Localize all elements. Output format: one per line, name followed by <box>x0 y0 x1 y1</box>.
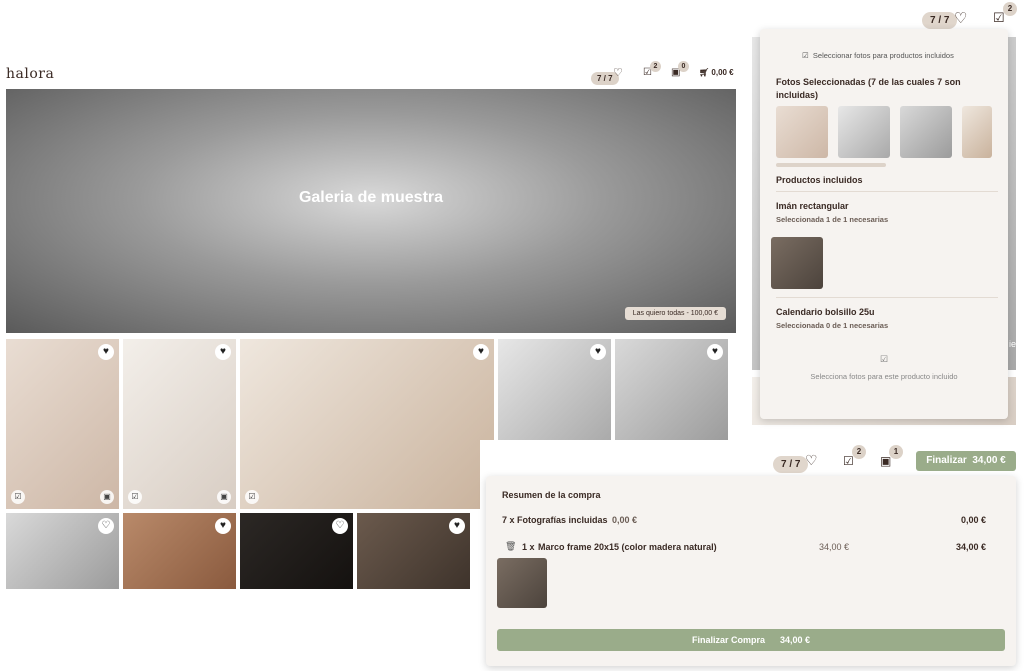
product-name: Calendario bolsillo 25u <box>776 307 875 317</box>
checkout-selection-icon[interactable]: ☑ <box>843 454 854 468</box>
gallery-photo[interactable]: ♥ <box>615 339 728 444</box>
gallery-photo[interactable]: ♥ ☑ <box>240 339 494 509</box>
divider <box>776 297 998 298</box>
finalize-top-button[interactable]: Finalizar 34,00 € <box>916 451 1016 471</box>
gallery-photo[interactable]: ♥ <box>123 513 236 589</box>
selection-count: 2 <box>650 61 661 72</box>
gallery-photo[interactable]: ♥ ☑ ▣ <box>123 339 236 509</box>
gallery-photo[interactable]: ♥ <box>357 513 470 589</box>
bag-add-icon[interactable]: ▣ <box>217 490 231 504</box>
checkout-bag-count: 1 <box>889 445 903 459</box>
selected-thumbnail[interactable] <box>962 106 992 158</box>
cart-total[interactable]: 🛒︎ 0,00 € <box>699 68 734 77</box>
trash-icon[interactable]: 🗑︎ <box>505 541 516 552</box>
included-products-title: Productos incluidos <box>776 175 863 185</box>
select-check-icon[interactable]: ☑ <box>11 490 25 504</box>
selected-thumbnail[interactable] <box>838 106 890 158</box>
top-heart-icon[interactable]: ♡ <box>954 9 967 27</box>
top-selection-count: 2 <box>1003 2 1017 16</box>
line-label: 7 x Fotografías incluidas <box>502 515 608 525</box>
selection-panel: ☑ Seleccionar fotos para productos inclu… <box>760 29 1008 419</box>
select-products-toggle[interactable]: ☑ Seleccionar fotos para productos inclu… <box>802 51 954 60</box>
summary-title: Resumen de la compra <box>502 490 601 500</box>
checkout-selection-count: 2 <box>852 445 866 459</box>
bag-count: 0 <box>678 61 689 72</box>
divider <box>776 191 998 192</box>
product-name: Imán rectangular <box>776 201 849 211</box>
line-qty: 1 x <box>522 542 535 552</box>
bag-add-icon[interactable]: ▣ <box>100 490 114 504</box>
buy-all-button[interactable]: Las quiero todas - 100,00 € <box>624 307 726 320</box>
favorites-heart-icon[interactable]: ♡ <box>613 66 623 79</box>
background-text: ie <box>1008 339 1016 349</box>
finalize-purchase-button[interactable]: Finalizar Compra 34,00 € <box>497 629 1005 651</box>
line-total: 34,00 € <box>955 542 986 552</box>
heart-icon[interactable]: ♡ <box>332 518 348 534</box>
gallery-title: Galeria de muestra <box>298 189 444 206</box>
gallery-photo[interactable]: ♥ <box>498 339 611 444</box>
hero-image: Galeria de muestra Las quiero todas - 10… <box>6 89 736 333</box>
product-photo <box>497 558 547 608</box>
product-status: Seleccionada 1 de 1 necesarias <box>776 215 889 224</box>
heart-icon[interactable]: ♥ <box>590 344 606 360</box>
checkbox-icon: ☑ <box>802 51 809 60</box>
product-status: Seleccionada 0 de 1 necesarias <box>776 321 889 330</box>
selected-photos-title: Fotos Seleccionadas (7 de las cuales 7 s… <box>776 77 961 100</box>
select-check-icon[interactable]: ☑ <box>245 490 259 504</box>
line-price: 34,00 € <box>819 542 850 552</box>
heart-icon[interactable]: ♥ <box>98 344 114 360</box>
heart-icon[interactable]: ♥ <box>215 344 231 360</box>
gallery-photo[interactable]: ♡ <box>240 513 353 589</box>
logo[interactable]: halora <box>6 66 54 82</box>
heart-icon[interactable]: ♡ <box>98 518 114 534</box>
selected-thumbnail[interactable] <box>900 106 952 158</box>
heart-icon[interactable]: ♥ <box>449 518 465 534</box>
heart-icon[interactable]: ♥ <box>707 344 723 360</box>
select-check-icon[interactable]: ☑ <box>128 490 142 504</box>
product-photo[interactable] <box>771 237 823 289</box>
heart-icon[interactable]: ♥ <box>473 344 489 360</box>
cart-icon: 🛒︎ <box>699 68 710 77</box>
top-photo-counter: 7 / 7 <box>922 10 958 29</box>
checkbox-icon[interactable]: ☑ <box>760 354 1008 365</box>
thumbnail-scrollbar[interactable] <box>776 163 886 167</box>
heart-icon[interactable]: ♥ <box>215 518 231 534</box>
gallery-photo[interactable]: ♥ ☑ ▣ <box>6 339 119 509</box>
line-label: Marco frame 20x15 (color madera natural) <box>538 542 717 552</box>
selected-thumbnail[interactable] <box>776 106 828 158</box>
select-photos-hint: Selecciona fotos para este producto incl… <box>810 372 958 381</box>
checkout-photo-counter: 7 / 7 <box>773 454 809 473</box>
line-total: 0,00 € <box>960 515 986 525</box>
line-price: 0,00 € <box>612 515 638 525</box>
gallery-photo[interactable]: ♡ <box>6 513 119 589</box>
checkout-heart-icon[interactable]: ♡ <box>805 452 818 469</box>
purchase-summary: Resumen de la compra 7 x Fotografías inc… <box>486 476 1016 666</box>
